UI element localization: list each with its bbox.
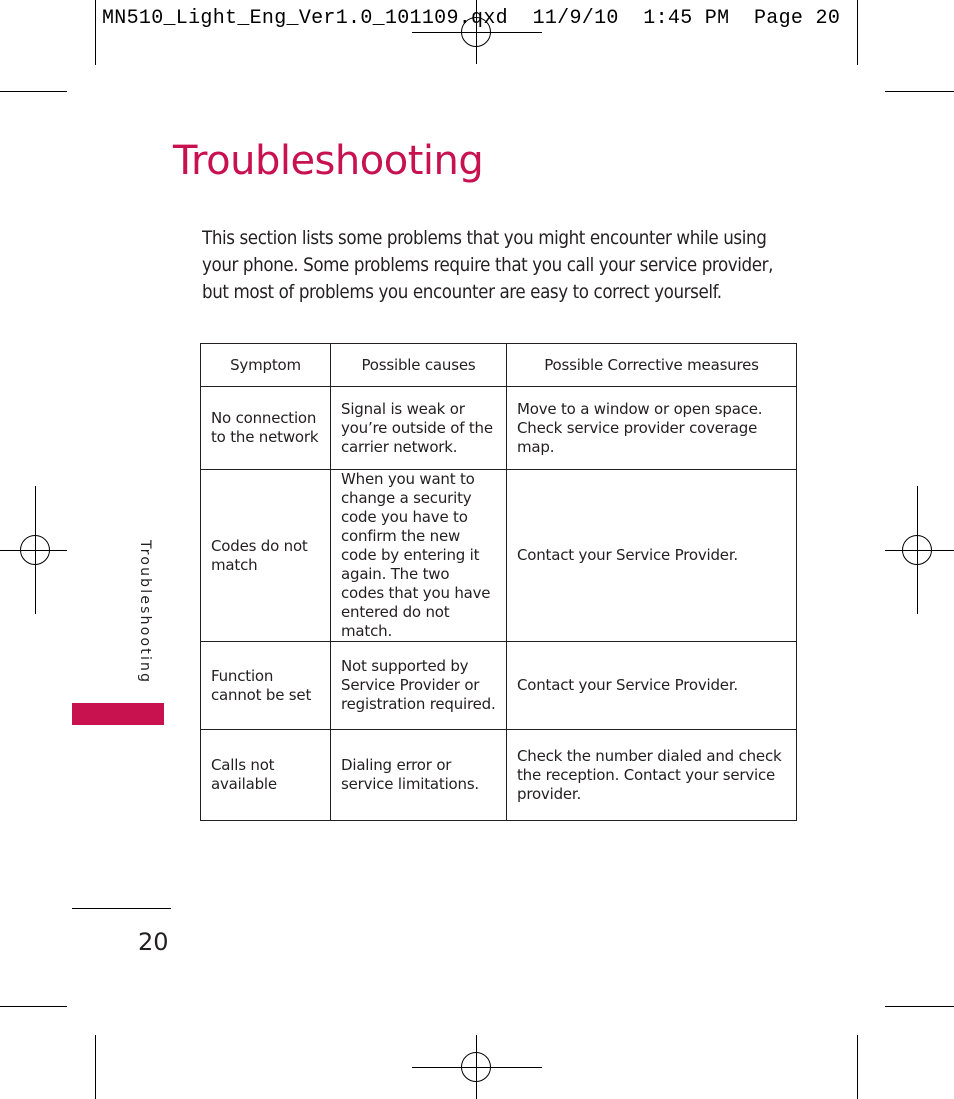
table-row: No connection to the network Signal is w… (200, 386, 797, 470)
symptom-cell: Function cannot be set (200, 641, 331, 730)
page-number: 20 (138, 928, 169, 956)
table-row: Function cannot be set Not supported by … (200, 641, 797, 730)
footer-rule (72, 908, 171, 909)
causes-cell: Signal is weak or you’re outside of the … (330, 386, 507, 470)
registration-mark-top-circle (461, 17, 491, 47)
crop-mark-top-left-v (95, 0, 96, 65)
symptom-cell: Codes do not match (200, 469, 331, 642)
table-row: Codes do not match When you want to chan… (200, 469, 797, 642)
crop-mark-top-left-h (0, 91, 67, 92)
crop-mark-bottom-left-v (95, 1035, 96, 1099)
side-tab-label: Troubleshooting (137, 540, 153, 685)
page-title: Troubleshooting (173, 138, 484, 184)
registration-mark-right-circle (902, 535, 932, 565)
measures-cell: Contact your Service Provider. (506, 641, 797, 730)
measures-cell: Contact your Service Provider. (506, 469, 797, 642)
crop-mark-bottom-right-h (885, 1006, 954, 1007)
header-corrective-measures: Possible Corrective measures (506, 343, 797, 387)
causes-cell: When you want to change a security code … (330, 469, 507, 642)
measures-cell: Check the number dialed and check the re… (506, 729, 797, 821)
registration-mark-left-circle (20, 535, 50, 565)
registration-mark-bottom-circle (461, 1052, 491, 1082)
crop-mark-top-right-v (857, 0, 858, 65)
side-tab-bar (72, 703, 164, 725)
troubleshooting-table: Symptom Possible causes Possible Correct… (200, 343, 797, 821)
table-header-row: Symptom Possible causes Possible Correct… (200, 343, 797, 387)
crop-mark-bottom-right-v (857, 1035, 858, 1099)
crop-mark-top-right-h (885, 91, 954, 92)
header-symptom: Symptom (200, 343, 331, 387)
symptom-cell: No connection to the network (200, 386, 331, 470)
header-possible-causes: Possible causes (330, 343, 507, 387)
causes-cell: Dialing error or service limitations. (330, 729, 507, 821)
causes-cell: Not supported by Service Provider or reg… (330, 641, 507, 730)
measures-cell: Move to a window or open space. Check se… (506, 386, 797, 470)
symptom-cell: Calls not available (200, 729, 331, 821)
crop-mark-bottom-left-h (0, 1006, 67, 1007)
table-row: Calls not available Dialing error or ser… (200, 729, 797, 821)
intro-paragraph: This section lists some problems that yo… (202, 228, 774, 303)
